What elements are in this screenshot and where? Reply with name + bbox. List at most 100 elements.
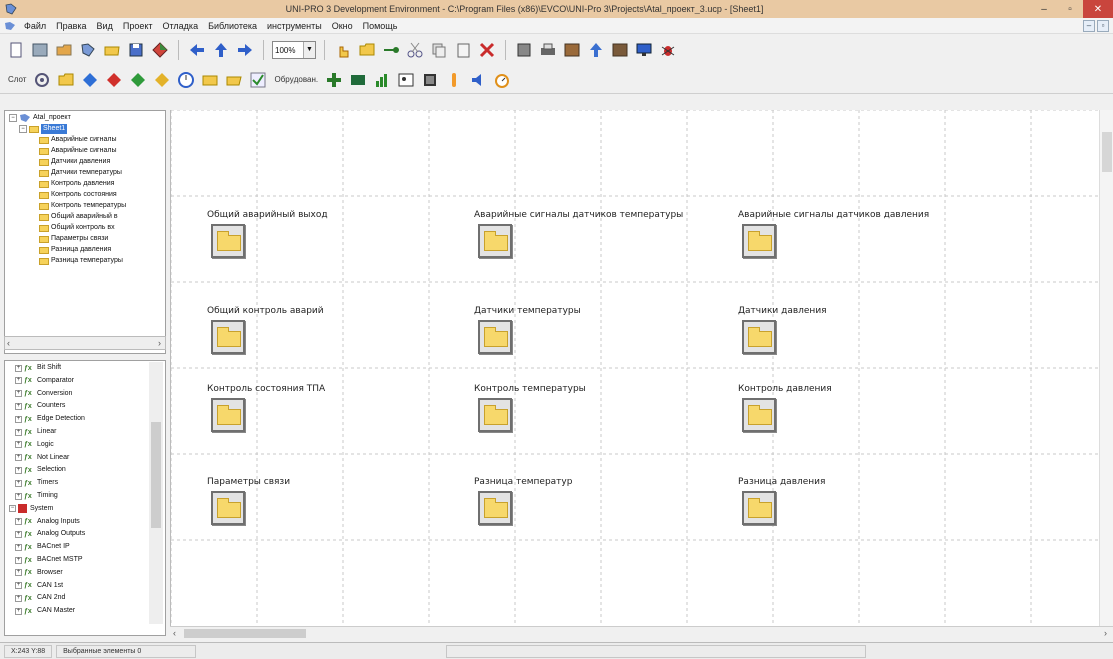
expand-icon[interactable]: + bbox=[15, 530, 22, 538]
library-item[interactable]: + ƒx Selection bbox=[15, 465, 66, 475]
menu-library[interactable]: Библиотека bbox=[203, 21, 262, 31]
library-item[interactable]: + ƒx CAN 1st bbox=[15, 581, 63, 591]
library-item[interactable]: + ƒx Timers bbox=[15, 478, 58, 488]
forward-button[interactable] bbox=[235, 40, 255, 60]
sheet-block[interactable]: Датчики температуры bbox=[474, 306, 714, 368]
zoom-select[interactable]: 100% ▼ bbox=[272, 41, 316, 59]
library-item[interactable]: + ƒx Analog Inputs bbox=[15, 517, 80, 527]
tree-item[interactable]: Датчики температуры bbox=[39, 168, 122, 178]
scroll-left-icon[interactable]: ‹ bbox=[173, 628, 176, 638]
menu-view[interactable]: Вид bbox=[92, 21, 118, 31]
tree-item[interactable]: Параметры связи bbox=[39, 234, 108, 244]
folder-icon[interactable] bbox=[478, 491, 512, 525]
folder-icon[interactable] bbox=[478, 398, 512, 432]
menu-file[interactable]: Файл bbox=[19, 21, 51, 31]
grid-button[interactable] bbox=[30, 40, 50, 60]
expand-icon[interactable]: + bbox=[15, 479, 22, 487]
library-item[interactable]: + ƒx Edge Detection bbox=[15, 414, 85, 424]
expand-icon[interactable]: + bbox=[15, 492, 22, 500]
component-blue-button[interactable] bbox=[80, 70, 100, 90]
folder-icon[interactable] bbox=[742, 398, 776, 432]
tree-root[interactable]: − Atal_проект bbox=[9, 113, 71, 123]
library-item[interactable]: + ƒx BACnet MSTP bbox=[15, 555, 83, 565]
expand-icon[interactable]: + bbox=[15, 543, 22, 551]
sheet-block[interactable]: Контроль температуры bbox=[474, 384, 714, 446]
copy-button[interactable] bbox=[429, 40, 449, 60]
expand-icon[interactable]: + bbox=[15, 441, 22, 449]
folder-icon[interactable] bbox=[211, 491, 245, 525]
tree-item[interactable]: Датчики давления bbox=[39, 157, 110, 167]
paste-button[interactable] bbox=[453, 40, 473, 60]
expand-icon[interactable]: + bbox=[15, 390, 22, 398]
menu-help[interactable]: Помощь bbox=[358, 21, 403, 31]
scroll-thumb[interactable] bbox=[151, 422, 161, 528]
close-button[interactable]: ✕ bbox=[1083, 0, 1113, 18]
tree-item[interactable]: Контроль давления bbox=[39, 179, 114, 189]
menu-edit[interactable]: Правка bbox=[51, 21, 91, 31]
project-tree-scrollbar[interactable]: ‹ › bbox=[4, 336, 166, 350]
up-button[interactable] bbox=[211, 40, 231, 60]
folder-icon[interactable] bbox=[742, 320, 776, 354]
mdi-restore-button[interactable]: ▫ bbox=[1097, 19, 1109, 32]
pointer-button[interactable] bbox=[333, 40, 353, 60]
block-button[interactable] bbox=[357, 40, 377, 60]
expand-icon[interactable]: + bbox=[15, 582, 22, 590]
library-item[interactable]: + ƒx Bit Shift bbox=[15, 363, 61, 373]
collapse-icon[interactable]: − bbox=[19, 125, 27, 133]
library-item[interactable]: + ƒx Conversion bbox=[15, 389, 72, 399]
library-item[interactable]: + ƒx Analog Outputs bbox=[15, 529, 85, 539]
clock-button[interactable] bbox=[176, 70, 196, 90]
transfer-button[interactable] bbox=[610, 40, 630, 60]
scroll-right-icon[interactable]: › bbox=[1104, 628, 1107, 638]
folder-button[interactable] bbox=[56, 70, 76, 90]
collapse-icon[interactable]: − bbox=[9, 114, 17, 122]
sheet-block[interactable]: Контроль состояния ТПА bbox=[207, 384, 447, 446]
check-button[interactable] bbox=[248, 70, 268, 90]
new-file-button[interactable] bbox=[6, 40, 26, 60]
scroll-left-icon[interactable]: ‹ bbox=[7, 338, 10, 348]
sheet-block[interactable]: Разница температур bbox=[474, 477, 714, 539]
sheet-block[interactable]: Параметры связи bbox=[207, 477, 447, 539]
save-button[interactable] bbox=[126, 40, 146, 60]
library-item[interactable]: + ƒx Counters bbox=[15, 401, 65, 411]
folder-icon[interactable] bbox=[211, 320, 245, 354]
tree-item[interactable]: Разница температуры bbox=[39, 256, 123, 266]
scroll-thumb[interactable] bbox=[184, 629, 306, 638]
menu-tools[interactable]: инструменты bbox=[262, 21, 327, 31]
sheet-block[interactable]: Датчики давления bbox=[738, 306, 978, 368]
tree-item[interactable]: Аварийные сигналы bbox=[39, 135, 117, 145]
tree-item[interactable]: Аварийные сигналы bbox=[39, 146, 117, 156]
sheet-block[interactable]: Разница давления bbox=[738, 477, 978, 539]
io-button[interactable] bbox=[324, 70, 344, 90]
component-yellow-button[interactable] bbox=[152, 70, 172, 90]
folder-tab-button[interactable] bbox=[200, 70, 220, 90]
settings-button[interactable] bbox=[32, 70, 52, 90]
sheet-canvas[interactable]: Общий аварийный выход Аварийные сигналы д… bbox=[170, 110, 1113, 626]
printer-button[interactable] bbox=[538, 40, 558, 60]
debug-button[interactable] bbox=[658, 40, 678, 60]
tree-sheet[interactable]: − Sheet1 bbox=[19, 124, 68, 134]
library-item[interactable]: + ƒx Logic bbox=[15, 440, 54, 450]
tree-item[interactable]: Разница давления bbox=[39, 245, 111, 255]
library-item[interactable]: + ƒx CAN Master bbox=[15, 606, 75, 616]
timer-button[interactable] bbox=[492, 70, 512, 90]
tree-item[interactable]: Общий аварийный в bbox=[39, 212, 118, 222]
sound-button[interactable] bbox=[468, 70, 488, 90]
expand-icon[interactable]: + bbox=[15, 402, 22, 410]
folder-icon[interactable] bbox=[478, 224, 512, 258]
image-button[interactable] bbox=[396, 70, 416, 90]
open-project-button[interactable] bbox=[54, 40, 74, 60]
expand-icon[interactable]: + bbox=[15, 466, 22, 474]
tree-item[interactable]: Контроль состояния bbox=[39, 190, 117, 200]
canvas-horizontal-scrollbar[interactable]: ‹ › bbox=[170, 626, 1113, 640]
expand-icon[interactable]: + bbox=[15, 569, 22, 577]
expand-icon[interactable]: − bbox=[9, 505, 16, 513]
expand-icon[interactable]: + bbox=[15, 364, 22, 372]
library-item[interactable]: + ƒx Comparator bbox=[15, 376, 74, 386]
folder-icon[interactable] bbox=[211, 398, 245, 432]
component-green-button[interactable] bbox=[128, 70, 148, 90]
scroll-right-icon[interactable]: › bbox=[158, 338, 161, 348]
project-button[interactable] bbox=[78, 40, 98, 60]
library-item[interactable]: + ƒx BACnet IP bbox=[15, 542, 70, 552]
folder-open-button[interactable] bbox=[224, 70, 244, 90]
